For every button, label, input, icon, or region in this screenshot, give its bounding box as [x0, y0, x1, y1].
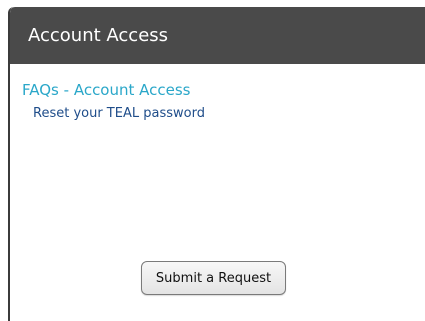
submit-request-button[interactable]: Submit a Request — [141, 261, 286, 295]
panel-content: FAQs - Account Access Reset your TEAL pa… — [10, 64, 425, 121]
panel-title: Account Access — [28, 25, 169, 46]
panel-header: Account Access — [10, 7, 425, 64]
faq-heading-link[interactable]: FAQs - Account Access — [22, 81, 191, 99]
faq-item-reset-password[interactable]: Reset your TEAL password — [33, 106, 425, 121]
